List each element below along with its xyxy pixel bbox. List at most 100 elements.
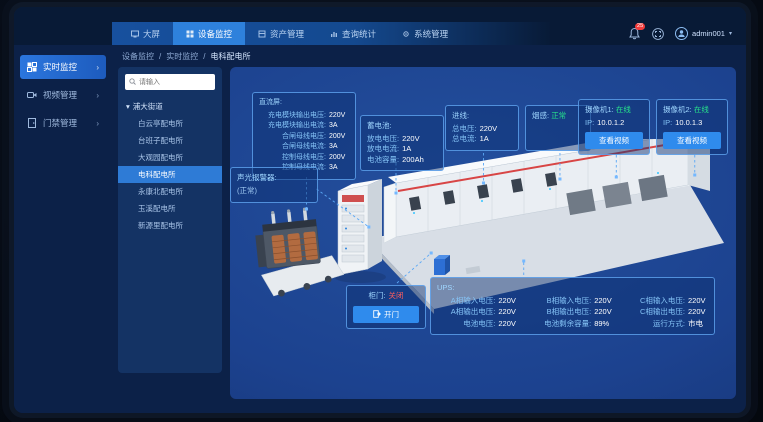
incoming-line-panel: 进线: 总电压:220V 总电流:1A [445, 105, 519, 151]
field-label: 电池容量: [367, 155, 399, 166]
field-value: 220V [594, 307, 614, 318]
field-value: 220V [498, 319, 518, 330]
tree-search [118, 74, 222, 90]
primary-sidebar: 实时监控 › 视频管理 › 门禁管理 › [14, 45, 112, 413]
tree-item[interactable]: 大观园配电所 [118, 149, 222, 166]
sidebar-item-label: 实时监控 [43, 61, 77, 73]
sound-light-alarm-panel: 声光报警器: (正常) [230, 167, 318, 203]
tree-parent-label: 浦大街道 [133, 101, 163, 112]
tree-item[interactable]: 玉溪配电所 [118, 200, 222, 217]
field-label: IP: [663, 118, 672, 129]
field-label: B相输出电压: [530, 307, 591, 318]
panel-title: 摄像机2: 在线 [663, 105, 721, 116]
field-label: 合闸母线电压: [259, 132, 326, 143]
field-label: C相输出电压: [626, 307, 685, 318]
tree-item[interactable]: 白云亭配电所 [118, 115, 222, 132]
tree-item[interactable]: 永康北配电所 [118, 183, 222, 200]
field-value: 220V [329, 111, 349, 122]
tab-label: 系统管理 [414, 28, 448, 40]
station-tree-panel: ▾ 浦大街道 白云亭配电所 台班子配电所 大观园配电所 电科配电所 永康北配电所… [118, 67, 222, 373]
tab-query-statistics[interactable]: 查询统计 [317, 22, 389, 45]
field-value: 200V [329, 153, 349, 164]
breadcrumb: 设备监控 / 实时监控 / 电科配电所 [112, 45, 746, 67]
status-badge: 在线 [616, 105, 631, 114]
field-value: 220V [498, 307, 518, 318]
field-value: 220V [402, 134, 422, 145]
tab-system-management[interactable]: 系统管理 [389, 22, 461, 45]
ip-value: 10.0.1.2 [597, 118, 624, 129]
field-value: 220V [688, 307, 708, 318]
gear-icon [402, 30, 410, 38]
tree-item[interactable]: 新源里配电所 [118, 217, 222, 234]
notifications-button[interactable]: 25 [628, 27, 641, 41]
tree-caret-icon: ▾ [126, 102, 130, 111]
avatar [675, 27, 688, 40]
battery-panel: 蓄电池: 放电电压:220V 放电电流:1A 电池容量:200Ah [360, 115, 444, 171]
panel-title: 烟感: 正常 [532, 111, 584, 122]
desktop-background: 大屏 设备监控 资产管理 查询统计 系统管理 [0, 0, 763, 422]
username-label: admin001 [692, 29, 725, 38]
sidebar-item-access-control[interactable]: 门禁管理 › [20, 111, 106, 135]
tab-asset-management[interactable]: 资产管理 [245, 22, 317, 45]
breadcrumb-item[interactable]: 实时监控 [166, 51, 198, 62]
breadcrumb-item[interactable]: 设备监控 [122, 51, 154, 62]
door-icon [27, 118, 37, 128]
chevron-down-icon: ▾ [729, 30, 732, 37]
search-input[interactable] [125, 74, 215, 90]
camera1-panel: 摄像机1: 在线 IP:10.0.1.2 查看视频 [578, 99, 650, 155]
breadcrumb-separator: / [159, 52, 161, 61]
panel-title: UPS: [437, 283, 708, 294]
alarm-note: (正常) [237, 186, 257, 197]
sidebar-item-label: 视频管理 [43, 89, 77, 101]
ip-value: 10.0.1.3 [675, 118, 702, 129]
status-badge: 正常 [551, 111, 566, 120]
fullscreen-icon[interactable] [652, 28, 664, 40]
field-label: 电池剩余容量: [530, 319, 591, 330]
tree-item-selected[interactable]: 电科配电所 [118, 166, 222, 183]
user-menu[interactable]: admin001 ▾ [675, 27, 732, 40]
open-door-button[interactable]: 开门 [353, 306, 419, 323]
tab-dashboard[interactable]: 大屏 [118, 22, 173, 45]
field-value: 220V [594, 296, 614, 307]
field-value: 220V [480, 124, 500, 135]
tab-label: 查询统计 [342, 28, 376, 40]
camera-icon [27, 90, 37, 100]
field-label: B相输入电压: [530, 296, 591, 307]
field-label: 充电模块输出电流: [259, 121, 326, 132]
field-value: 89% [594, 319, 614, 330]
panel-title: 蓄电池: [367, 121, 437, 132]
sidebar-item-video-management[interactable]: 视频管理 › [20, 83, 106, 107]
field-label: A相输入电压: [437, 296, 495, 307]
field-label: 控制母线电压: [259, 153, 326, 164]
tree-item[interactable]: 台班子配电所 [118, 132, 222, 149]
tab-device-monitoring[interactable]: 设备监控 [173, 22, 245, 45]
breadcrumb-separator: / [203, 52, 205, 61]
chevron-right-icon: › [96, 91, 99, 100]
field-label: IP: [585, 118, 594, 129]
screen-icon [131, 30, 139, 38]
app-window: 大屏 设备监控 资产管理 查询统计 系统管理 [14, 7, 746, 413]
field-value: 3A [329, 163, 349, 174]
notification-badge: 25 [635, 23, 645, 30]
panel-title: 直流屏: [259, 98, 349, 109]
content-row: ▾ 浦大街道 白云亭配电所 台班子配电所 大观园配电所 电科配电所 永康北配电所… [112, 67, 746, 399]
person-icon [677, 29, 686, 38]
substation-3d-panel: 直流屏: 充电模块输出电压:220V 充电模块输出电流:3A 合闸母线电压:20… [230, 67, 736, 399]
monitor-grid-icon [186, 30, 194, 38]
tab-label: 资产管理 [270, 28, 304, 40]
field-label: 运行方式: [626, 319, 685, 330]
sidebar-item-realtime-monitoring[interactable]: 实时监控 › [20, 55, 106, 79]
chart-icon [330, 30, 338, 38]
chevron-right-icon: › [96, 119, 99, 128]
field-value: 1A [402, 144, 422, 155]
station-tree: ▾ 浦大街道 白云亭配电所 台班子配电所 大观园配电所 电科配电所 永康北配电所… [118, 98, 222, 234]
view-video-button[interactable]: 查看视频 [585, 132, 643, 149]
view-video-button[interactable]: 查看视频 [663, 132, 721, 149]
field-value: 市电 [688, 319, 708, 330]
status-badge: 关闭 [389, 291, 404, 302]
monitor-icon [27, 62, 37, 72]
tab-label: 大屏 [143, 28, 160, 40]
sidebar-item-label: 门禁管理 [43, 117, 77, 129]
tree-parent-node[interactable]: ▾ 浦大街道 [118, 98, 222, 115]
open-door-icon [373, 310, 381, 318]
